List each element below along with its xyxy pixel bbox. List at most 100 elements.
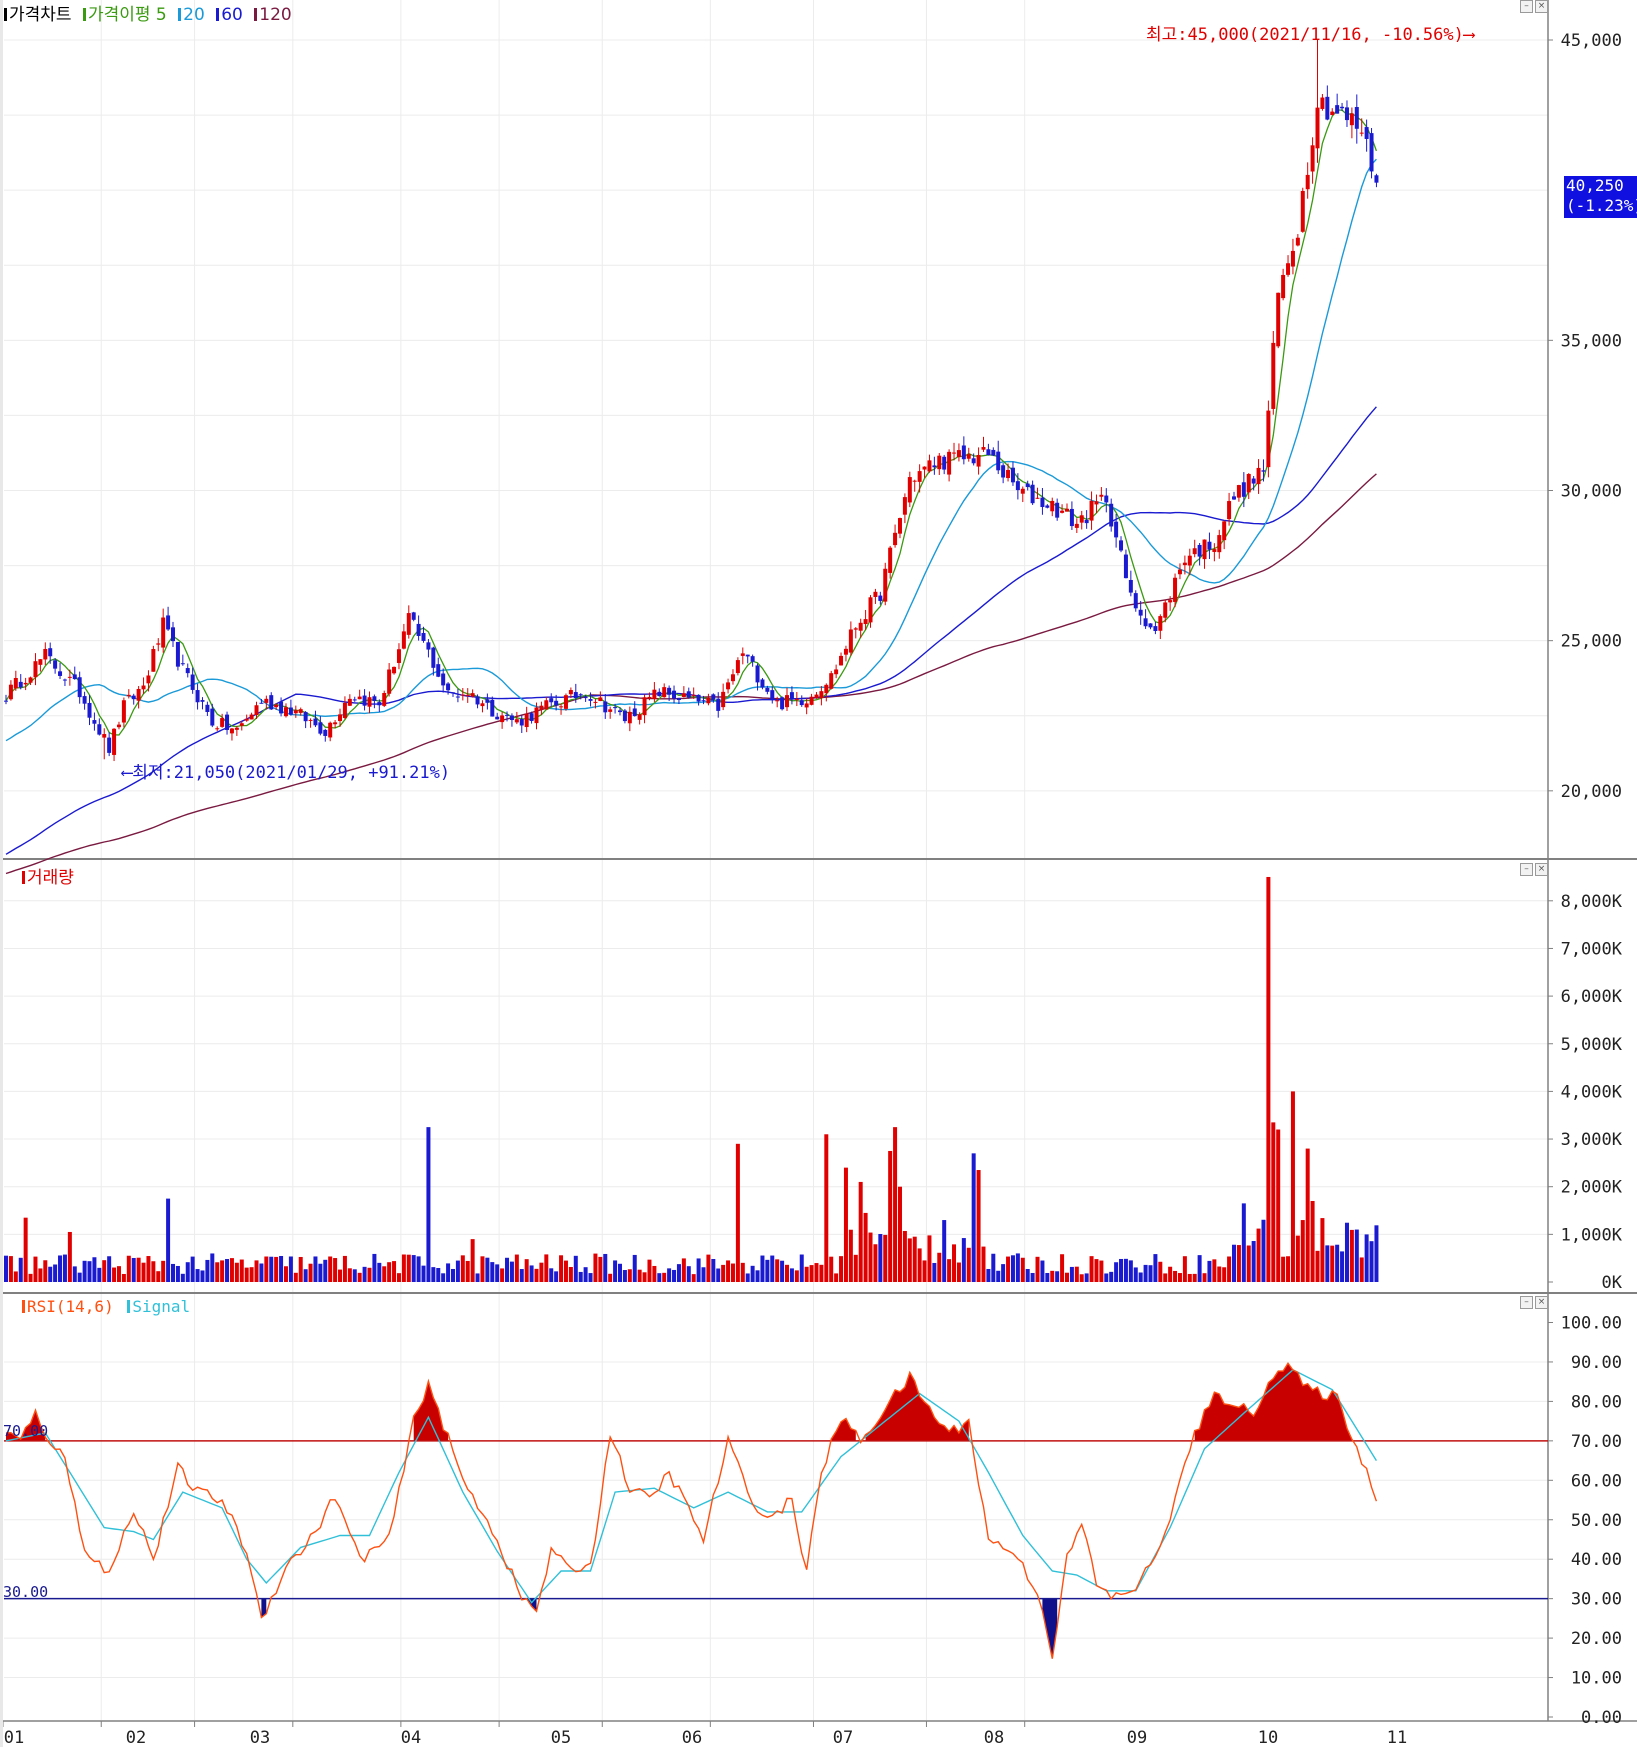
low-price-note: ⟵최저:21,050(2021/01/29, +91.21%): [121, 763, 450, 783]
candle-body: [554, 700, 559, 706]
volume-bar: [1143, 1264, 1148, 1282]
volume-bar: [146, 1256, 151, 1282]
volume-bar: [750, 1265, 755, 1282]
candle-body: [588, 699, 593, 701]
candle-body: [338, 714, 343, 722]
volume-bar: [421, 1265, 426, 1282]
x-tick-label: 03: [250, 1728, 270, 1747]
volume-bar: [1010, 1255, 1015, 1282]
candle-body: [1109, 503, 1114, 527]
candle-body: [1074, 523, 1079, 528]
candle-body: [480, 703, 485, 707]
candle-body: [780, 697, 785, 710]
candle-body: [1069, 508, 1074, 527]
volume-bar: [706, 1254, 711, 1282]
candle-body: [48, 648, 53, 657]
candle-body: [460, 694, 465, 696]
legend-ma60: 60: [221, 5, 243, 25]
volume-bar: [1089, 1256, 1094, 1282]
volume-panel-minimize-button[interactable]: –: [1520, 863, 1533, 876]
volume-bar: [62, 1254, 67, 1282]
candle-body: [657, 691, 662, 697]
candle-body: [298, 709, 303, 713]
volume-bar: [342, 1255, 347, 1282]
volume-bar: [971, 1153, 976, 1282]
candle-body: [716, 698, 721, 711]
candle-body: [151, 649, 156, 672]
left-edge-bar: [0, 0, 3, 1747]
candle-body: [342, 702, 347, 718]
volume-bar: [829, 1256, 834, 1282]
current-price-tag: 40,250 (-1.23%): [1564, 176, 1637, 218]
volume-bar: [1246, 1245, 1251, 1282]
price-panel-minimize-button[interactable]: –: [1520, 0, 1533, 13]
candle-body: [1133, 593, 1138, 609]
volume-bar: [519, 1269, 524, 1282]
volume-bar: [357, 1272, 362, 1282]
candle-body: [1030, 484, 1035, 504]
candle-body: [328, 722, 333, 738]
candle-body: [1369, 133, 1374, 172]
candle-body: [1055, 502, 1060, 518]
candle-body: [902, 497, 907, 515]
volume-bar: [893, 1127, 898, 1282]
volume-bar: [161, 1260, 166, 1282]
volume-bar: [249, 1267, 254, 1282]
volume-bar: [642, 1272, 647, 1282]
candle-body: [839, 655, 844, 666]
x-tick-label: 01: [4, 1728, 24, 1747]
candle-body: [927, 460, 932, 472]
candle-body: [318, 722, 323, 734]
volume-bar: [839, 1256, 844, 1282]
candle-body: [1271, 342, 1276, 409]
candle-body: [1035, 497, 1040, 499]
candle-body: [568, 690, 573, 695]
volume-bar: [387, 1262, 392, 1282]
candle-body: [431, 647, 436, 668]
candle-body: [662, 687, 667, 698]
candle-body: [121, 700, 126, 723]
volume-bar: [82, 1260, 87, 1282]
candle-body: [814, 694, 819, 698]
rsi-panel-close-button[interactable]: ×: [1535, 1296, 1548, 1309]
volume-panel-close-button[interactable]: ×: [1535, 863, 1548, 876]
volume-bar: [1060, 1254, 1065, 1282]
rsi-legend: RSI(14,6) Signal: [22, 1297, 190, 1316]
high-price-note: 최고:45,000(2021/11/16, -10.56%)⟶: [1146, 25, 1476, 45]
volume-bar: [917, 1248, 922, 1282]
candle-body: [446, 683, 451, 691]
candle-body: [23, 682, 28, 685]
candle-body: [843, 648, 848, 655]
volume-legend: 거래량: [22, 863, 74, 888]
volume-bar: [1295, 1235, 1300, 1282]
x-tick-label: 04: [401, 1728, 421, 1747]
volume-bar: [996, 1270, 1001, 1282]
volume-bar: [1064, 1272, 1069, 1282]
volume-bar: [1286, 1256, 1291, 1282]
volume-bar: [883, 1234, 888, 1282]
volume-bar: [1217, 1266, 1222, 1282]
candle-body: [740, 653, 745, 656]
volume-bar: [171, 1263, 176, 1282]
volume-bar: [578, 1271, 583, 1282]
rsi-level-30-label: 30.00: [3, 1583, 48, 1601]
candle-body: [1158, 616, 1163, 631]
volume-bar: [200, 1270, 205, 1282]
candle-body: [500, 715, 505, 723]
candle-body: [313, 718, 318, 726]
volume-bar: [613, 1260, 618, 1282]
volume-bar: [809, 1265, 814, 1282]
candle-body: [1207, 541, 1212, 550]
candle-body: [470, 693, 475, 697]
volume-bar: [318, 1263, 323, 1282]
candle-body: [524, 713, 529, 728]
candle-body: [676, 697, 681, 700]
candle-body: [1261, 470, 1266, 472]
candle-body: [1374, 175, 1379, 183]
price-panel-close-button[interactable]: ×: [1535, 0, 1548, 13]
candle-body: [706, 697, 711, 704]
rsi-tick-label: 20.00: [1571, 1629, 1622, 1649]
price-moving-averages: [5, 109, 1378, 875]
rsi-panel-minimize-button[interactable]: –: [1520, 1296, 1533, 1309]
candle-body: [8, 684, 13, 700]
